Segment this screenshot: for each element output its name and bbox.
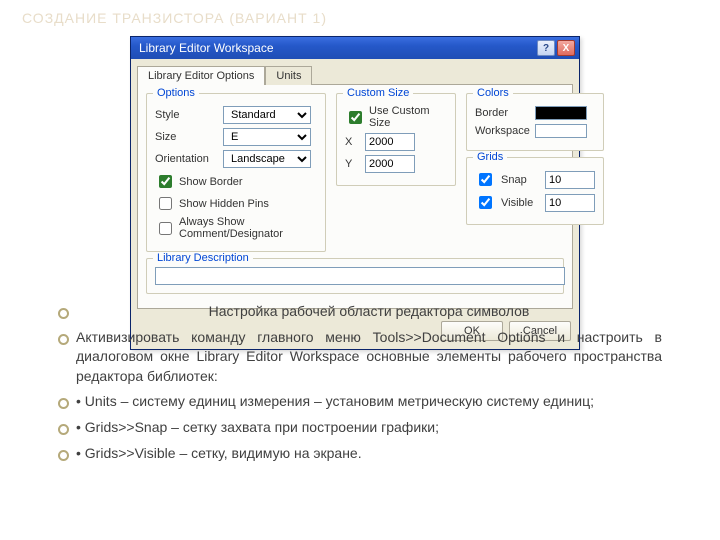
tab-library-editor-options[interactable]: Library Editor Options [137, 66, 265, 85]
visible-checkbox[interactable] [479, 196, 492, 209]
group-custom-size: Custom Size Use Custom Size X Y [336, 93, 456, 186]
snap-input[interactable] [545, 171, 595, 189]
help-button[interactable]: ? [537, 40, 555, 56]
size-select[interactable]: E [223, 128, 311, 146]
style-label: Style [155, 109, 217, 121]
visible-input[interactable] [545, 194, 595, 212]
group-library-description-title: Library Description [153, 252, 253, 264]
bullet-4: • Grids>>Snap – сетку захвата при постро… [58, 418, 662, 438]
orientation-select[interactable]: Landscape [223, 150, 311, 168]
x-input[interactable] [365, 133, 415, 151]
show-border-checkbox[interactable] [159, 175, 172, 188]
slide-body: Настройка рабочей области редактора симв… [58, 296, 662, 469]
show-border-label: Show Border [179, 176, 243, 188]
slide-title: СОЗДАНИЕ ТРАНЗИСТОРА (ВАРИАНТ 1) [22, 10, 327, 26]
snap-checkbox[interactable] [479, 173, 492, 186]
dialog-title: Library Editor Workspace [139, 41, 274, 55]
tab-panel: Options Style Standard Size E Orientatio… [137, 84, 573, 309]
show-hidden-pins-label: Show Hidden Pins [179, 198, 269, 210]
bullet-2: Активизировать команду главного меню Too… [58, 328, 662, 387]
y-label: Y [345, 158, 359, 170]
border-color-label: Border [475, 107, 529, 119]
group-library-description: Library Description [146, 258, 564, 294]
use-custom-size-checkbox[interactable] [349, 111, 362, 124]
close-button[interactable]: X [557, 40, 575, 56]
workspace-color-swatch[interactable] [535, 124, 587, 138]
group-custom-size-title: Custom Size [343, 87, 413, 99]
style-select[interactable]: Standard [223, 106, 311, 124]
always-show-comment-label: Always Show Comment/Designator [179, 216, 317, 240]
tab-units[interactable]: Units [265, 66, 312, 85]
visible-label: Visible [501, 197, 539, 209]
use-custom-size-label: Use Custom Size [369, 105, 447, 129]
bullet-1: Настройка рабочей области редактора симв… [58, 302, 662, 322]
tab-strip: Library Editor Options Units [131, 59, 579, 84]
dialog-titlebar[interactable]: Library Editor Workspace ? X [131, 37, 579, 59]
orientation-label: Orientation [155, 153, 217, 165]
group-options-title: Options [153, 87, 199, 99]
group-grids-title: Grids [473, 151, 507, 163]
group-colors-title: Colors [473, 87, 513, 99]
always-show-comment-checkbox[interactable] [159, 222, 172, 235]
group-grids: Grids Snap Visible [466, 157, 604, 225]
library-description-input[interactable] [155, 267, 565, 285]
workspace-color-label: Workspace [475, 125, 529, 137]
border-color-swatch[interactable] [535, 106, 587, 120]
bullet-5: • Grids>>Visible – сетку, видимую на экр… [58, 444, 662, 464]
bullet-3: • Units – систему единиц измерения – уст… [58, 392, 662, 412]
x-label: X [345, 136, 359, 148]
size-label: Size [155, 131, 217, 143]
y-input[interactable] [365, 155, 415, 173]
show-hidden-pins-checkbox[interactable] [159, 197, 172, 210]
group-colors: Colors Border Workspace [466, 93, 604, 151]
snap-label: Snap [501, 174, 539, 186]
group-options: Options Style Standard Size E Orientatio… [146, 93, 326, 252]
